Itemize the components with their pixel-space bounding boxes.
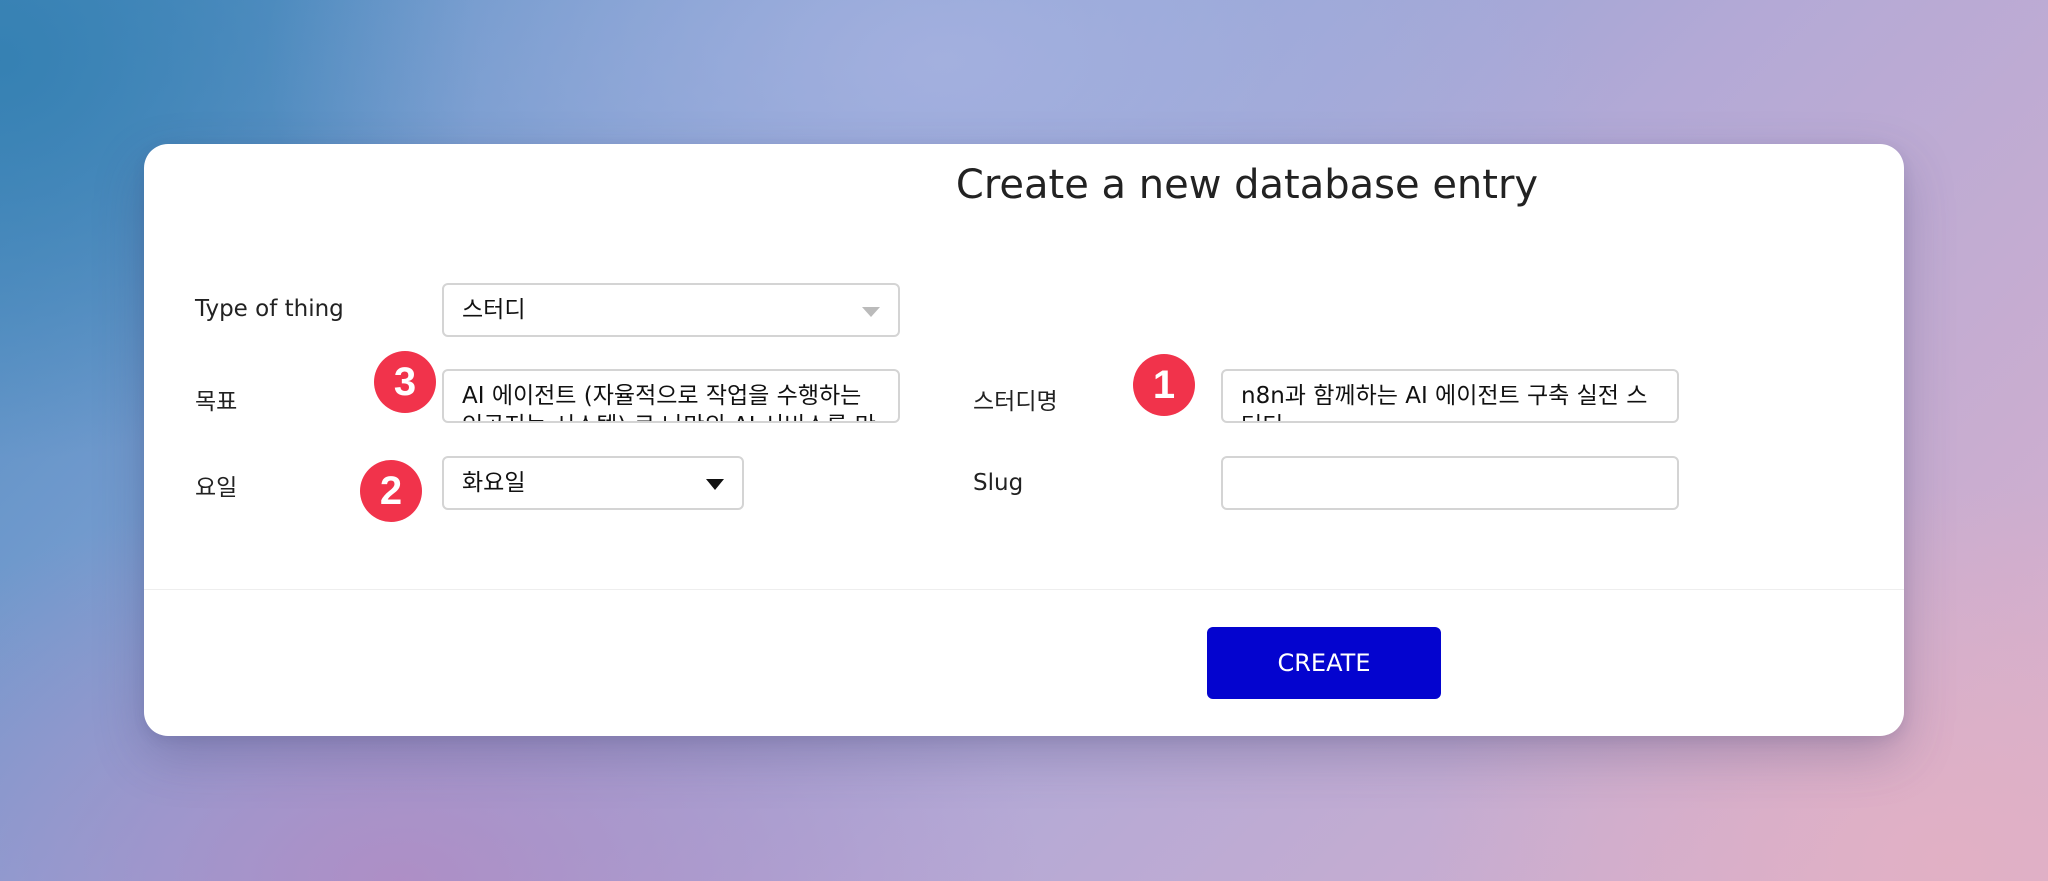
day-label: 요일 bbox=[195, 475, 238, 501]
chevron-down-icon bbox=[862, 307, 880, 317]
create-entry-dialog: Create a new database entry Type of thin… bbox=[144, 144, 1904, 736]
badge-three: 3 bbox=[374, 351, 436, 413]
caret-down-icon bbox=[706, 479, 724, 490]
slug-label: Slug bbox=[973, 470, 1024, 496]
goal-textarea[interactable]: AI 에이전트 (자율적으로 작업을 수행하는 인공지능 시스템) 로 나만의 … bbox=[442, 369, 900, 423]
type-of-thing-value: 스터디 bbox=[462, 297, 526, 323]
study-name-value-tail: 터디 bbox=[1241, 413, 1283, 421]
footer-divider bbox=[144, 589, 1904, 590]
badge-two: 2 bbox=[360, 460, 422, 522]
type-of-thing-label: Type of thing bbox=[195, 296, 344, 322]
type-of-thing-select[interactable]: 스터디 bbox=[442, 283, 900, 337]
day-value: 화요일 bbox=[462, 470, 526, 496]
page-title: Create a new database entry bbox=[955, 162, 1539, 208]
slug-input[interactable] bbox=[1221, 456, 1679, 510]
day-select[interactable]: 화요일 bbox=[442, 456, 744, 510]
badge-one: 1 bbox=[1133, 354, 1195, 416]
study-name-input[interactable]: n8n과 함께하는 AI 에이전트 구축 실전 스터디 bbox=[1221, 369, 1679, 423]
create-button[interactable]: CREATE bbox=[1207, 627, 1441, 699]
goal-label: 목표 bbox=[195, 389, 238, 415]
goal-value: AI 에이전트 (자율적으로 작업을 수행하는 인공지능 시스템) 로 나만의 … bbox=[462, 383, 876, 421]
study-name-value: n8n과 함께하는 AI 에이전트 구축 실전 스 bbox=[1241, 383, 1648, 409]
study-name-label: 스터디명 bbox=[973, 389, 1058, 415]
